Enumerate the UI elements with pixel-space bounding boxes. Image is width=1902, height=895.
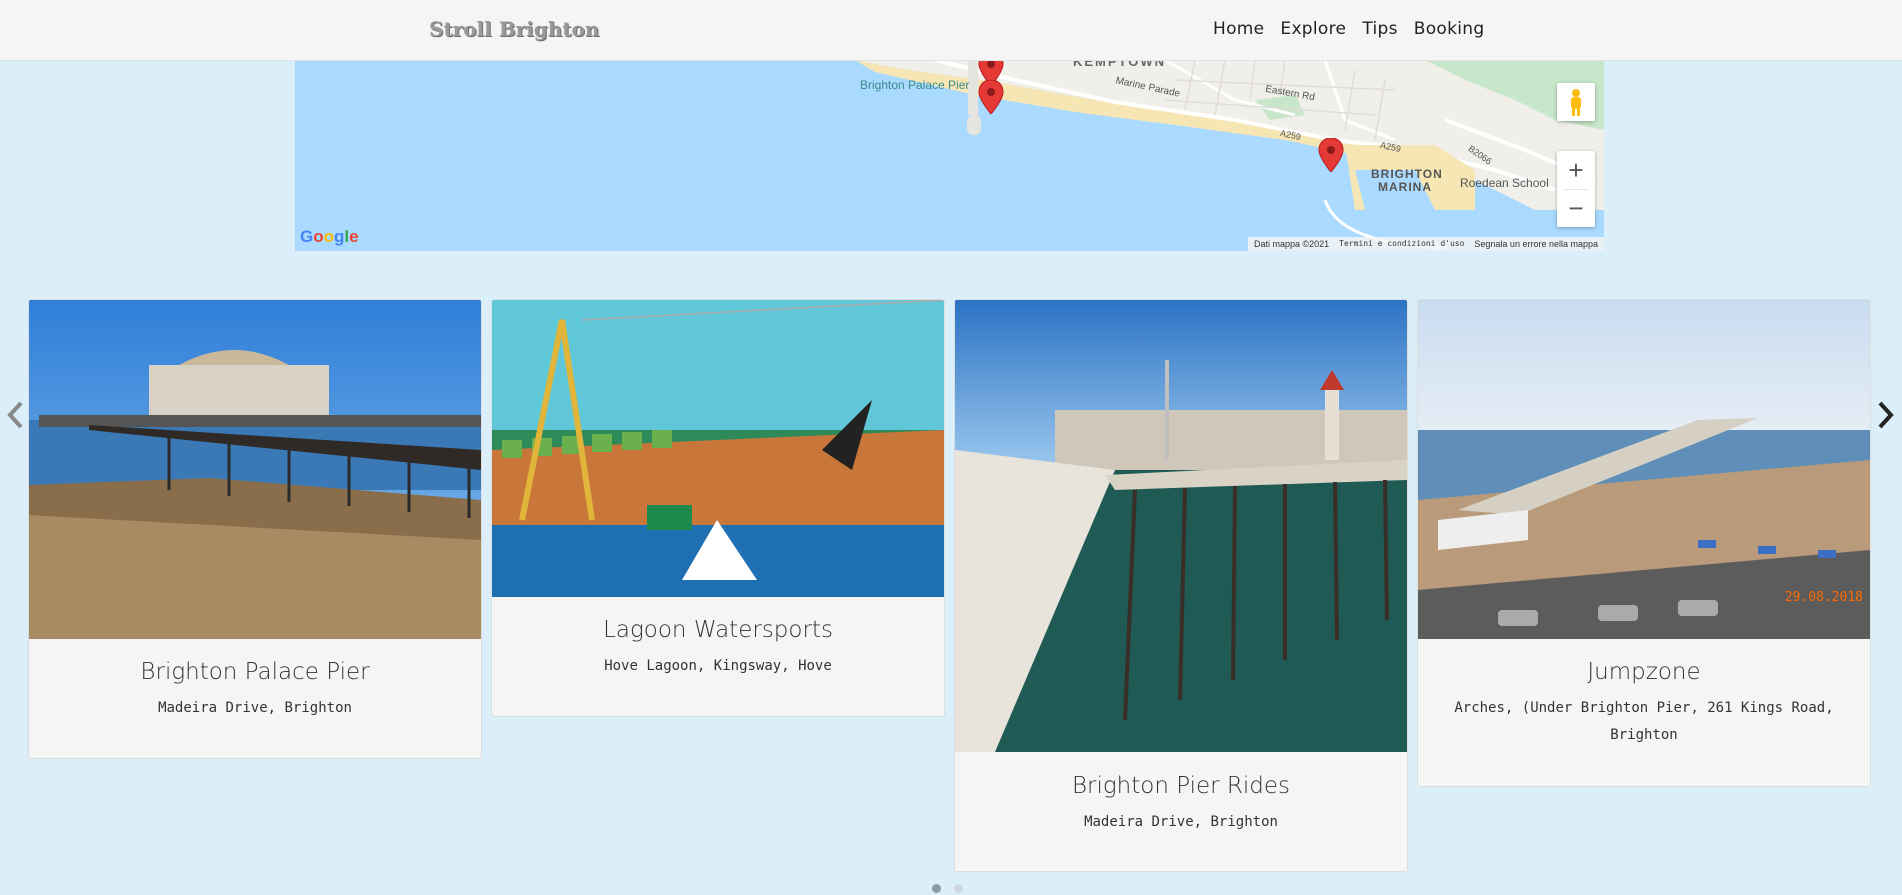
card-address: Hove Lagoon, Kingsway, Hove xyxy=(604,658,832,674)
card-address: Madeira Drive, Brighton xyxy=(158,700,352,716)
card-address: Madeira Drive, Brighton xyxy=(1084,814,1278,830)
card-title: Brighton Palace Pier xyxy=(140,659,370,685)
navbar: Stroll Brighton Home Explore Tips Bookin… xyxy=(0,0,1902,61)
attraction-card[interactable]: Brighton Pier Rides Madeira Drive, Brigh… xyxy=(954,299,1408,872)
map-report-link[interactable]: Segnala un errore nella mappa xyxy=(1474,237,1598,251)
nav-explore[interactable]: Explore xyxy=(1280,19,1346,39)
card-title: Lagoon Watersports xyxy=(603,617,833,643)
map-label-kemptown: KEMPTOWN xyxy=(1073,60,1167,69)
map-label-marina-1: BRIGHTON xyxy=(1371,167,1443,181)
photo-date-stamp: 29.08.2018 xyxy=(1785,590,1863,605)
carousel-dot[interactable] xyxy=(954,884,963,893)
attraction-card[interactable]: Brighton Palace Pier Madeira Drive, Brig… xyxy=(28,299,482,759)
zoom-in-button[interactable]: + xyxy=(1557,151,1595,189)
carousel-dots xyxy=(932,884,963,893)
card-body: Jumpzone Arches, (Under Brighton Pier, 2… xyxy=(1418,659,1870,749)
map-label-marina-2: MARINA xyxy=(1378,180,1432,194)
zoom-controls: + − xyxy=(1557,151,1595,227)
zoom-out-button[interactable]: − xyxy=(1557,190,1595,227)
attraction-card[interactable]: Lagoon Watersports Hove Lagoon, Kingsway… xyxy=(491,299,945,717)
card-title: Brighton Pier Rides xyxy=(1071,773,1291,799)
attraction-card[interactable]: 29.08.2018 Jumpzone Arches, (Under Brigh… xyxy=(1417,299,1871,787)
map-terms-link[interactable]: Termini e condizioni d'uso xyxy=(1339,237,1464,251)
map-marker-icon[interactable] xyxy=(978,80,1004,114)
nav-links: Home Explore Tips Booking xyxy=(1213,19,1484,39)
brand-logo[interactable]: Stroll Brighton xyxy=(429,17,599,41)
map[interactable]: KEMPTOWN Brighton Palace Pier Marine Par… xyxy=(295,60,1604,251)
card-body: Lagoon Watersports Hove Lagoon, Kingsway… xyxy=(492,617,944,680)
google-logo[interactable]: Google xyxy=(300,227,359,247)
chevron-right-icon[interactable] xyxy=(1876,400,1896,430)
map-marker-icon[interactable] xyxy=(1318,138,1344,172)
nav-booking[interactable]: Booking xyxy=(1414,19,1485,39)
chevron-left-icon[interactable] xyxy=(5,400,25,430)
street-view-pegman-icon[interactable] xyxy=(1557,83,1595,121)
card-title: Jumpzone xyxy=(1587,659,1701,685)
card-photo: 29.08.2018 xyxy=(1418,300,1870,639)
map-label-palace-pier: Brighton Palace Pier xyxy=(860,78,970,92)
card-address: Arches, (Under Brighton Pier, 261 Kings … xyxy=(1454,700,1834,743)
map-data-credit: Dati mappa ©2021 xyxy=(1253,239,1330,249)
card-photo xyxy=(955,300,1407,752)
card-body: Brighton Palace Pier Madeira Drive, Brig… xyxy=(29,659,481,722)
map-footer: Dati mappa ©2021 Termini e condizioni d'… xyxy=(1247,237,1604,251)
carousel-dot-active[interactable] xyxy=(932,884,941,893)
map-label-roedean: Roedean School xyxy=(1460,176,1549,190)
nav-home[interactable]: Home xyxy=(1213,19,1264,39)
card-body: Brighton Pier Rides Madeira Drive, Brigh… xyxy=(955,773,1407,836)
nav-tips[interactable]: Tips xyxy=(1362,19,1397,39)
card-photo xyxy=(492,300,944,597)
card-photo xyxy=(29,300,481,639)
